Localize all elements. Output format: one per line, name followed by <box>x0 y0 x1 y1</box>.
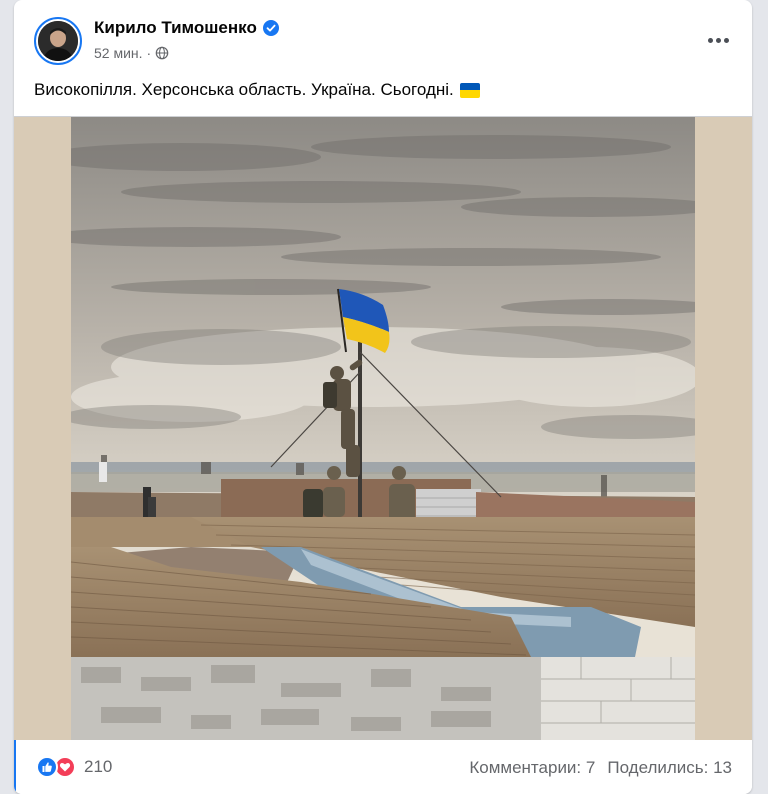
more-dot-icon <box>723 37 729 43</box>
author-row: Кирило Тимошенко <box>94 18 279 38</box>
avatar-portrait <box>38 21 78 61</box>
post-card: Кирило Тимошенко 52 мин. · Високопілля. … <box>14 0 752 794</box>
post-media[interactable] <box>14 116 752 741</box>
post-timestamp[interactable]: 52 мин. <box>94 45 143 61</box>
author-avatar[interactable] <box>34 17 82 65</box>
post-stats: Комментарии: 7 Поделились: 13 <box>469 758 732 778</box>
avatar-photo <box>38 21 78 61</box>
reactions-count: 210 <box>84 757 113 776</box>
reactions-summary[interactable]: 210 <box>36 756 112 778</box>
more-options-button[interactable] <box>700 22 736 58</box>
globe-icon[interactable] <box>155 46 169 60</box>
shares-count-link[interactable]: Поделились: 13 <box>607 758 732 778</box>
post-photo[interactable] <box>71 117 695 741</box>
meta-separator: · <box>146 45 152 61</box>
author-name[interactable]: Кирило Тимошенко <box>94 18 257 38</box>
post-text: Високопілля. Херсонська область. Україна… <box>34 80 480 100</box>
like-reaction-icon <box>36 756 58 778</box>
comments-count-link[interactable]: Комментарии: 7 <box>469 758 595 778</box>
more-dot-icon <box>707 37 713 43</box>
post-footer: 210 Комментарии: 7 Поделились: 13 <box>14 740 752 794</box>
verified-badge-icon <box>262 20 279 36</box>
more-dot-icon <box>715 37 721 43</box>
post-header: Кирило Тимошенко 52 мин. · <box>14 0 752 72</box>
ukraine-flag-emoji <box>459 82 480 98</box>
post-message: Високопілля. Херсонська область. Україна… <box>34 80 454 99</box>
footer-accent-bar <box>14 740 16 794</box>
post-meta: 52 мин. · <box>94 45 169 61</box>
